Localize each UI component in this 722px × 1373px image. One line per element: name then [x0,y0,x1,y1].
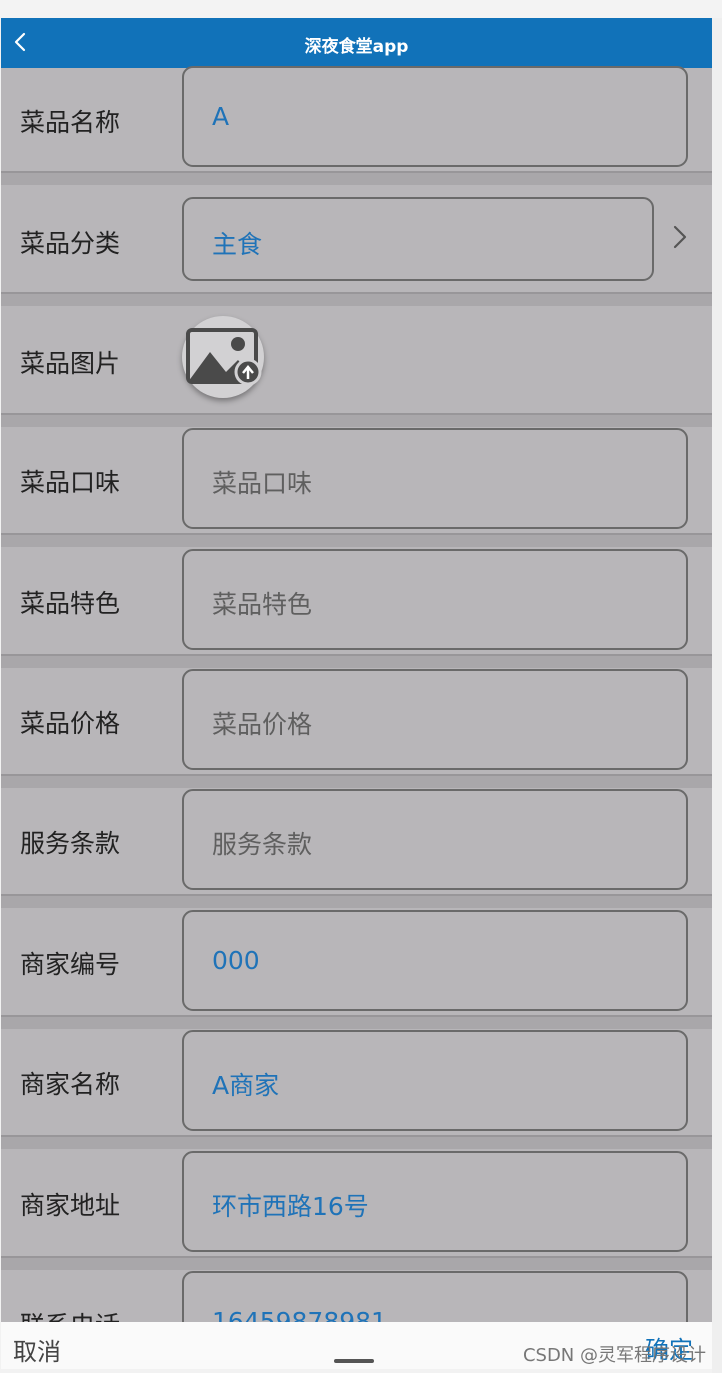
merchant-address-field[interactable]: 环市西路16号 [182,1151,688,1252]
divider [1,413,712,427]
merchant-address-label: 商家地址 [20,1191,121,1220]
merchant-name-label: 商家名称 [20,1070,121,1099]
divider [1,292,712,306]
dish-price-placeholder: 菜品价格 [212,710,313,739]
dish-flavor-label: 菜品口味 [20,468,121,497]
divider [1,654,712,668]
dish-category-value: 主食 [212,230,263,259]
divider [1,533,712,547]
divider [1,1135,712,1149]
merchant-id-label: 商家编号 [20,950,121,979]
merchant-id-value: 000 [212,946,260,975]
dish-name-field[interactable]: A [182,66,688,167]
divider [1,171,712,185]
row-dish-price: 菜品价格 菜品价格 [1,669,712,773]
row-merchant-address: 商家地址 环市西路16号 [1,1151,712,1255]
dish-category-label: 菜品分类 [20,229,121,258]
service-terms-label: 服务条款 [20,829,121,858]
cancel-button[interactable]: 取消 [13,1332,61,1367]
row-dish-category[interactable]: 菜品分类 主食 [1,197,712,301]
divider [1,894,712,908]
dish-feature-label: 菜品特色 [20,589,121,618]
divider [1,1015,712,1029]
merchant-address-value: 环市西路16号 [212,1192,369,1221]
dish-price-input[interactable]: 菜品价格 [182,669,688,770]
divider [1,774,712,788]
dish-name-value: A [212,102,230,131]
dish-name-label: 菜品名称 [20,108,121,137]
merchant-name-field[interactable]: A商家 [182,1030,688,1131]
service-terms-input[interactable]: 服务条款 [182,789,688,890]
top-strip [0,0,722,18]
dish-price-label: 菜品价格 [20,709,121,738]
dish-flavor-placeholder: 菜品口味 [212,469,313,498]
home-indicator [334,1359,374,1363]
row-dish-feature: 菜品特色 菜品特色 [1,549,712,653]
service-terms-placeholder: 服务条款 [212,830,313,859]
image-upload-icon [186,328,262,386]
row-service-terms: 服务条款 服务条款 [1,789,712,893]
row-merchant-name: 商家名称 A商家 [1,1030,712,1134]
row-dish-image: 菜品图片 [1,308,712,412]
app-header: 深夜食堂app [1,18,712,68]
right-edge [712,18,722,1373]
row-dish-name: 菜品名称 A [1,66,712,170]
row-merchant-id: 商家编号 000 [1,910,712,1014]
phone-screen: 深夜食堂app 菜品名称 A 菜品分类 主食 菜品图片 菜品口味 菜品口味 菜品… [1,18,712,1369]
dish-category-select[interactable]: 主食 [182,197,654,281]
dish-image-label: 菜品图片 [20,349,121,378]
dish-feature-placeholder: 菜品特色 [212,590,313,619]
chevron-right-icon[interactable] [669,223,691,251]
row-dish-flavor: 菜品口味 菜品口味 [1,428,712,532]
page-title: 深夜食堂app [304,37,409,57]
watermark: CSDN @灵军程序设计 [522,1345,706,1366]
dish-feature-input[interactable]: 菜品特色 [182,549,688,650]
merchant-id-field[interactable]: 000 [182,910,688,1011]
image-upload-button[interactable] [182,316,264,398]
dish-flavor-input[interactable]: 菜品口味 [182,428,688,529]
divider [1,1256,712,1270]
merchant-name-value: A商家 [212,1071,280,1100]
